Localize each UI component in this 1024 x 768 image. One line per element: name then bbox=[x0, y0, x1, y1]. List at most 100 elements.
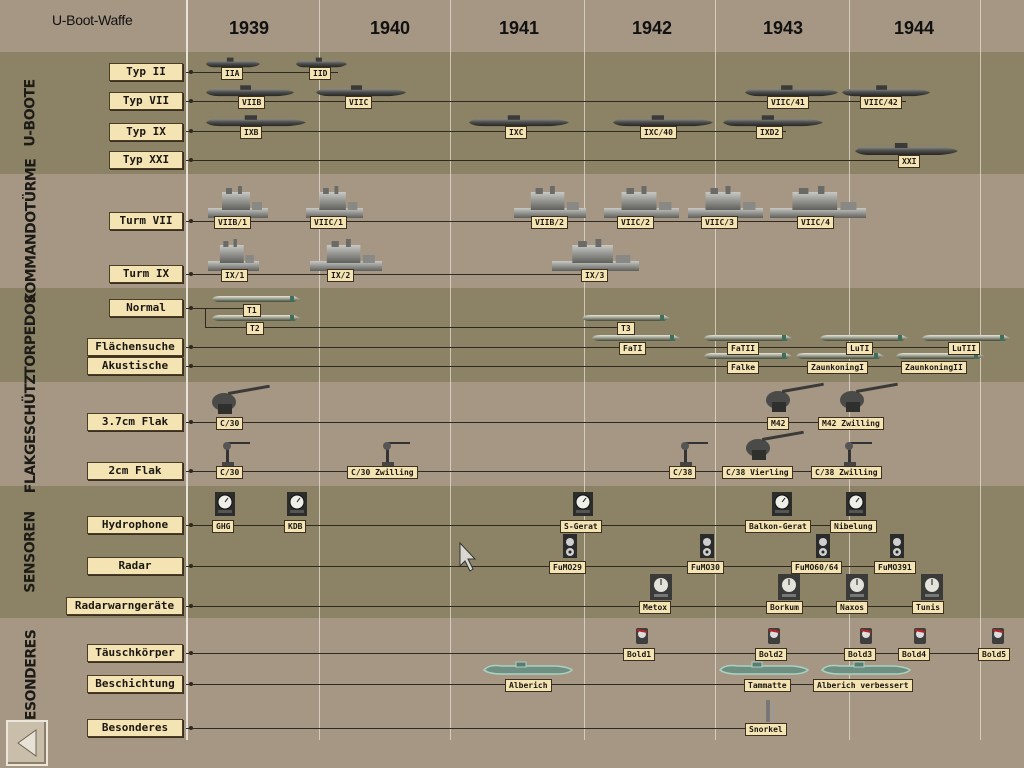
tech-item-viic-3[interactable]: VIIC/3 bbox=[701, 216, 738, 229]
tech-item-viic-41[interactable]: VIIC/41 bbox=[767, 96, 809, 109]
tech-item-ix-3[interactable]: IX/3 bbox=[581, 269, 609, 282]
tech-item-ixc-40[interactable]: IXC/40 bbox=[640, 126, 677, 139]
tech-item-fati[interactable]: FaTI bbox=[619, 342, 647, 355]
tech-item-flak37-c30[interactable]: C/30 bbox=[216, 417, 244, 430]
radar-warning-dial-icon bbox=[777, 573, 801, 601]
tech-item-m42-zwilling[interactable]: M42 Zwilling bbox=[818, 417, 884, 430]
tech-item-tunis[interactable]: Tunis bbox=[912, 601, 945, 614]
tech-item-fumo30[interactable]: FuMO30 bbox=[687, 561, 724, 574]
tech-item-xxi[interactable]: XXI bbox=[898, 155, 921, 168]
radar-speaker-icon bbox=[816, 534, 830, 558]
tech-item-t1[interactable]: T1 bbox=[243, 304, 261, 317]
submarine-icon bbox=[296, 57, 347, 68]
tech-item-s-gerat[interactable]: S-Gerat bbox=[560, 520, 602, 533]
tech-item-t2[interactable]: T2 bbox=[246, 322, 264, 335]
tech-item-viib-2[interactable]: VIIB/2 bbox=[531, 216, 568, 229]
tech-item-viic[interactable]: VIIC bbox=[345, 96, 373, 109]
back-arrow-icon bbox=[17, 729, 37, 757]
submarine-icon bbox=[206, 85, 295, 97]
tech-item-c38-zwilling[interactable]: C/38 Zwilling bbox=[811, 466, 882, 479]
tech-item-viic-4[interactable]: VIIC/4 bbox=[797, 216, 834, 229]
decoy-canister-icon bbox=[635, 627, 649, 645]
mouse-cursor-icon bbox=[459, 541, 477, 572]
tech-item-kdb[interactable]: KDB bbox=[284, 520, 307, 533]
lane-taeuschkoerper[interactable]: Täuschkörper bbox=[87, 644, 183, 662]
tech-item-ghg[interactable]: GHG bbox=[212, 520, 235, 533]
tech-item-bold5[interactable]: Bold5 bbox=[978, 648, 1011, 661]
tech-item-naxos[interactable]: Naxos bbox=[836, 601, 869, 614]
tech-item-luti[interactable]: LuTI bbox=[846, 342, 874, 355]
tech-item-borkum[interactable]: Borkum bbox=[766, 601, 803, 614]
lane-radarwarngeraete[interactable]: Radarwarngeräte bbox=[66, 597, 183, 615]
tech-item-ixc[interactable]: IXC bbox=[505, 126, 528, 139]
conning-tower-icon bbox=[306, 186, 363, 218]
lane-radar[interactable]: Radar bbox=[87, 557, 183, 575]
tech-item-iia[interactable]: IIA bbox=[221, 67, 244, 80]
hydrophone-gauge-icon bbox=[214, 491, 236, 517]
tech-item-bold2[interactable]: Bold2 bbox=[755, 648, 788, 661]
lane-2cm-flak[interactable]: 2cm Flak bbox=[87, 462, 183, 480]
lane-3-7cm-flak[interactable]: 3.7cm Flak bbox=[87, 413, 183, 431]
lane-turm-ix[interactable]: Turm IX bbox=[109, 265, 183, 283]
tech-item-fumo60-64[interactable]: FuMO60/64 bbox=[791, 561, 843, 574]
lane-akustische[interactable]: Akustische bbox=[87, 357, 183, 375]
lane-beschichtung[interactable]: Beschichtung bbox=[87, 675, 183, 693]
tech-item-tammatte[interactable]: Tammatte bbox=[744, 679, 791, 692]
tech-item-lutii[interactable]: LuTII bbox=[948, 342, 981, 355]
snorkel-mast-icon bbox=[766, 700, 774, 722]
tech-tree-screen: U-Boot-Waffe 1939 1940 1941 1942 1943 19… bbox=[0, 0, 1024, 768]
tech-item-ixb[interactable]: IXB bbox=[240, 126, 263, 139]
tech-item-iid[interactable]: IID bbox=[309, 67, 332, 80]
tech-item-t3[interactable]: T3 bbox=[617, 322, 635, 335]
tech-item-ix-1[interactable]: IX/1 bbox=[221, 269, 249, 282]
tech-item-viic-42[interactable]: VIIC/42 bbox=[860, 96, 902, 109]
conning-tower-icon bbox=[514, 186, 586, 218]
tech-item-c30-zwilling[interactable]: C/30 Zwilling bbox=[347, 466, 418, 479]
tech-item-nibelung[interactable]: Nibelung bbox=[830, 520, 877, 533]
tech-item-ix-2[interactable]: IX/2 bbox=[327, 269, 355, 282]
lane-typ-ix[interactable]: Typ IX bbox=[109, 123, 183, 141]
tech-item-snorkel[interactable]: Snorkel bbox=[745, 723, 787, 736]
decoy-canister-icon bbox=[991, 627, 1005, 645]
lane-typ-xxi[interactable]: Typ XXI bbox=[109, 151, 183, 169]
lane-normal[interactable]: Normal bbox=[109, 299, 183, 317]
tech-item-ixd2[interactable]: IXD2 bbox=[756, 126, 784, 139]
tech-item-bold3[interactable]: Bold3 bbox=[844, 648, 877, 661]
lane-typ-ii[interactable]: Typ II bbox=[109, 63, 183, 81]
tech-item-c38-vierling[interactable]: C/38 Vierling bbox=[722, 466, 793, 479]
tech-item-viic-1[interactable]: VIIC/1 bbox=[310, 216, 347, 229]
tech-item-bold4[interactable]: Bold4 bbox=[898, 648, 931, 661]
tech-item-falke[interactable]: Falke bbox=[727, 361, 760, 374]
tech-item-bold1[interactable]: Bold1 bbox=[623, 648, 656, 661]
tech-item-viic-2[interactable]: VIIC/2 bbox=[617, 216, 654, 229]
tech-item-zaunkoningi[interactable]: ZaunkoningI bbox=[807, 361, 868, 374]
conning-tower-icon bbox=[604, 186, 679, 218]
lane-flaechensuche[interactable]: Flächensuche bbox=[87, 338, 183, 356]
radar-speaker-icon bbox=[563, 534, 577, 558]
conning-tower-icon bbox=[770, 186, 866, 218]
tech-item-viib-1[interactable]: VIIB/1 bbox=[214, 216, 251, 229]
decoy-canister-icon bbox=[859, 627, 873, 645]
tech-item-alberich[interactable]: Alberich bbox=[505, 679, 552, 692]
hydrophone-gauge-icon bbox=[771, 491, 793, 517]
torpedo-icon bbox=[212, 296, 300, 302]
submarine-icon bbox=[855, 143, 958, 155]
back-button[interactable] bbox=[6, 720, 48, 766]
tech-item-flak2-c30[interactable]: C/30 bbox=[216, 466, 244, 479]
tech-item-zaunkoningii[interactable]: ZaunkoningII bbox=[901, 361, 967, 374]
lane-hydrophone[interactable]: Hydrophone bbox=[87, 516, 183, 534]
lane-typ-vii[interactable]: Typ VII bbox=[109, 92, 183, 110]
tech-item-balkon-gerat[interactable]: Balkon-Gerat bbox=[745, 520, 811, 533]
tech-item-metox[interactable]: Metox bbox=[639, 601, 672, 614]
lane-turm-vii[interactable]: Turm VII bbox=[109, 212, 183, 230]
tech-item-c38[interactable]: C/38 bbox=[669, 466, 697, 479]
flak-gun-icon bbox=[382, 442, 410, 466]
submarine-icon bbox=[613, 115, 713, 127]
tech-item-viib[interactable]: VIIB bbox=[238, 96, 266, 109]
tech-item-m42[interactable]: M42 bbox=[767, 417, 790, 430]
tech-item-alberich-verbessert[interactable]: Alberich verbessert bbox=[813, 679, 913, 692]
tech-item-fumo29[interactable]: FuMO29 bbox=[549, 561, 586, 574]
lane-besonderes[interactable]: Besonderes bbox=[87, 719, 183, 737]
tech-item-fatii[interactable]: FaTII bbox=[727, 342, 760, 355]
tech-item-fumo391[interactable]: FuMO391 bbox=[874, 561, 916, 574]
